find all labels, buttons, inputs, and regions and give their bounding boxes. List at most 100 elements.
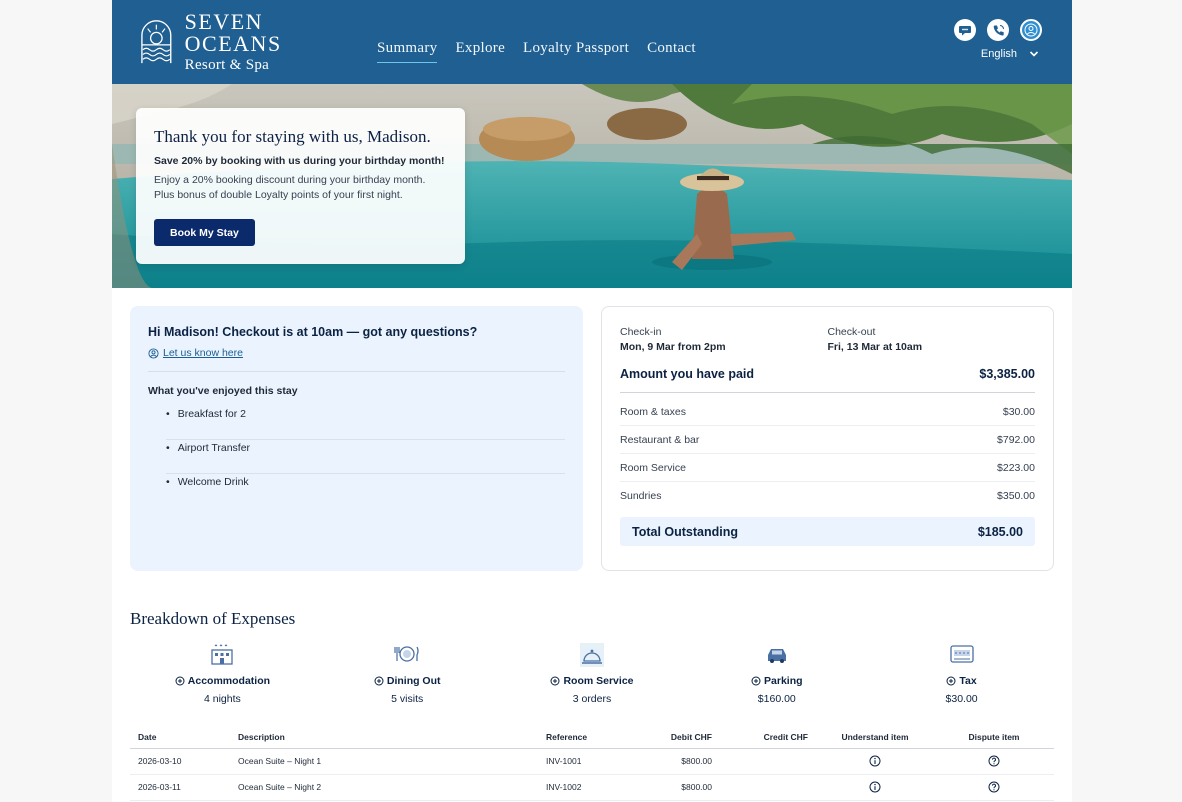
hero-banner: Thank you for staying with us, Madison. …: [112, 84, 1072, 288]
cell-credit: [720, 774, 816, 801]
table-row: 2026-03-10 Ocean Suite – Night 1 INV-100…: [130, 748, 1054, 775]
nav-summary[interactable]: Summary: [377, 40, 438, 63]
category-tax[interactable]: Tax $30.00: [869, 643, 1054, 705]
car-icon: [767, 649, 786, 663]
checkin-label: Check-in: [620, 326, 662, 338]
enjoyed-heading: What you've enjoyed this stay: [148, 385, 298, 397]
charge-value: $223.00: [997, 461, 1035, 474]
payment-summary-panel: Check-in Mon, 9 Mar from 2pm Check-out F…: [601, 306, 1054, 571]
column-header-debit[interactable]: Debit CHF: [640, 726, 720, 749]
service-bell-icon: [579, 643, 604, 667]
list-item: Welcome Drink: [166, 474, 565, 508]
list-item: Breakfast for 2: [166, 406, 565, 440]
total-outstanding-row: Total Outstanding $185.00: [620, 517, 1035, 546]
category-name: Parking: [764, 675, 803, 687]
promo-description-line-1: Enjoy a 20% booking discount during your…: [154, 174, 426, 186]
page: SEVEN OCEANS Resort & Spa Summary Explor…: [112, 0, 1072, 802]
charge-row: Restaurant & bar $792.00: [620, 426, 1035, 454]
cell-reference: INV-1001: [538, 748, 640, 775]
nav-contact[interactable]: Contact: [647, 40, 696, 63]
column-header-dispute: Dispute item: [934, 726, 1054, 749]
cell-debit: $800.00: [640, 748, 720, 775]
total-outstanding-value: $185.00: [977, 524, 1023, 539]
cell-reference: INV-1002: [538, 774, 640, 801]
welcome-card: Thank you for staying with us, Madison. …: [136, 108, 465, 264]
charge-label: Sundries: [620, 490, 662, 502]
amount-paid-value: $3,385.00: [979, 367, 1035, 381]
cell-description: Ocean Suite – Night 2: [230, 774, 538, 801]
promo-description: Enjoy a 20% booking discount during your…: [154, 173, 447, 203]
table-header-row: Date Description Reference Debit CHF Cre…: [130, 726, 1054, 749]
plus-circle-icon: [374, 676, 384, 686]
contact-link[interactable]: Let us know here: [148, 347, 565, 359]
category-value: $160.00: [757, 693, 796, 705]
category-name: Dining Out: [386, 675, 441, 687]
column-header-description[interactable]: Description: [230, 726, 538, 749]
plus-circle-icon: [946, 676, 956, 686]
nav-loyalty-passport[interactable]: Loyalty Passport: [523, 40, 629, 63]
cell-debit: $800.00: [640, 774, 720, 801]
stay-dates: Check-in Mon, 9 Mar from 2pm Check-out F…: [620, 326, 1035, 353]
expense-categories: Accommodation 4 nights Dining Out 5 visi…: [130, 643, 1054, 705]
checkout-value: Fri, 13 Mar at 10am: [827, 341, 923, 353]
category-name: Room Service: [563, 675, 634, 687]
list-item-label: Welcome Drink: [177, 476, 249, 488]
hotel-icon: [211, 644, 234, 665]
brand-name: SEVEN OCEANS: [184, 9, 282, 56]
charge-label: Room Service: [620, 461, 686, 474]
category-value: 3 orders: [572, 693, 612, 705]
column-header-understand: Understand item: [816, 726, 934, 749]
charge-value: $792.00: [997, 433, 1035, 446]
column-header-reference[interactable]: Reference: [538, 726, 640, 749]
header-actions: [954, 19, 1042, 41]
amount-paid-row: Amount you have paid $3,385.00: [620, 367, 1035, 393]
charge-lines: Room & taxes $30.00 Restaurant & bar $792.…: [620, 398, 1035, 510]
category-parking[interactable]: Parking $160.00: [684, 643, 869, 705]
help-icon[interactable]: [988, 755, 1000, 767]
charge-label: Room & taxes: [620, 405, 686, 418]
expense-ledger-table: Date Description Reference Debit CHF Cre…: [130, 726, 1054, 801]
plus-circle-icon: [751, 676, 761, 686]
book-my-stay-button[interactable]: Book My Stay: [154, 219, 255, 246]
divider: [148, 371, 565, 372]
enjoyed-list: Breakfast for 2 Airport Transfer Welcome…: [166, 406, 565, 508]
plus-circle-icon: [175, 676, 185, 686]
language-selector[interactable]: English: [981, 48, 1039, 60]
brand-logo[interactable]: SEVEN OCEANS Resort & Spa: [140, 11, 360, 73]
nav-explore[interactable]: Explore: [455, 40, 505, 63]
category-accommodation[interactable]: Accommodation 4 nights: [130, 643, 315, 705]
charge-label: Restaurant & bar: [620, 433, 700, 446]
contact-link-label: Let us know here: [163, 347, 243, 359]
charge-row: Room Service $223.00: [620, 454, 1035, 482]
charge-value: $30.00: [1002, 405, 1035, 418]
list-item: Airport Transfer: [166, 440, 565, 474]
category-dining-out[interactable]: Dining Out 5 visits: [315, 643, 500, 705]
category-name: Accommodation: [187, 675, 271, 687]
breakdown-title: Breakdown of Expenses: [130, 609, 296, 628]
info-icon[interactable]: [869, 781, 881, 793]
user-circle-icon: [148, 347, 159, 359]
cell-description: Ocean Suite – Night 1: [230, 748, 538, 775]
cell-date: 2026-03-10: [130, 748, 230, 775]
plus-circle-icon: [550, 676, 560, 686]
language-label: English: [980, 48, 1017, 60]
chat-icon[interactable]: [954, 19, 976, 41]
info-icon[interactable]: [869, 755, 881, 767]
column-header-credit[interactable]: Credit CHF: [720, 726, 816, 749]
promo-description-line-2: Plus bonus of double Loyalty points of y…: [154, 189, 403, 201]
phone-icon[interactable]: [987, 19, 1009, 41]
table-row: 2026-03-11 Ocean Suite – Night 2 INV-100…: [130, 774, 1054, 801]
brand-tagline: Resort & Spa: [184, 57, 270, 73]
category-value: $30.00: [945, 693, 978, 705]
receipt-icon: [949, 645, 974, 663]
help-icon[interactable]: [988, 781, 1000, 793]
top-header: SEVEN OCEANS Resort & Spa Summary Explor…: [112, 0, 1072, 84]
account-icon[interactable]: [1020, 19, 1042, 41]
charge-row: Sundries $350.00: [620, 482, 1035, 510]
column-header-date[interactable]: Date: [130, 726, 230, 749]
checkin-value: Mon, 9 Mar from 2pm: [620, 341, 726, 353]
cell-credit: [720, 748, 816, 775]
list-item-label: Breakfast for 2: [177, 408, 246, 420]
category-room-service[interactable]: Room Service 3 orders: [500, 643, 685, 705]
category-value: 4 nights: [204, 693, 241, 705]
